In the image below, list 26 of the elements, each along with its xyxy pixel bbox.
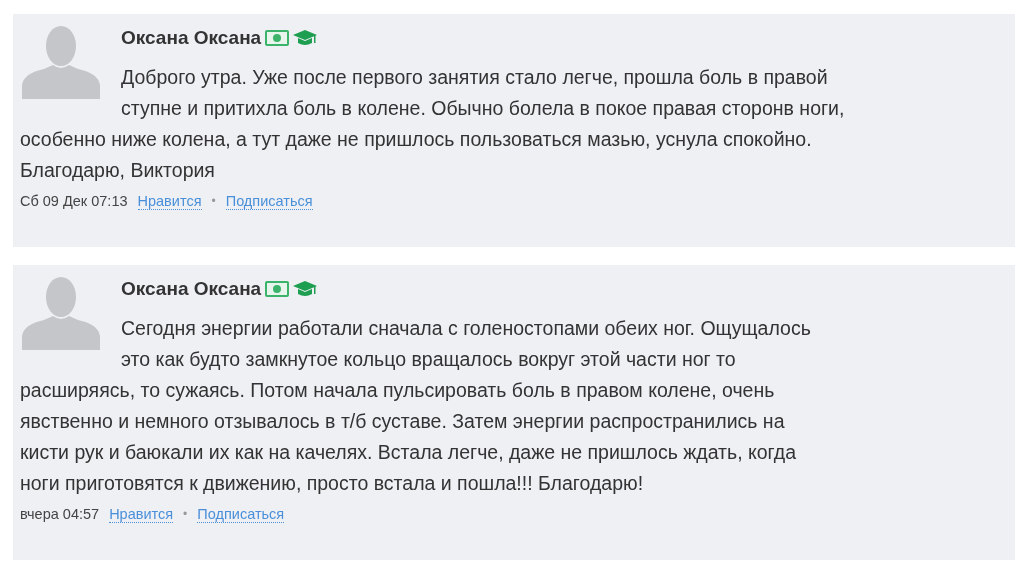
- comment-text-line: Благодарю, Виктория: [20, 158, 215, 183]
- comment-text-line: расширяясь, то сужаясь. Потом начала пульсировать боль в правом колене, очень: [20, 378, 775, 403]
- subscribe-link[interactable]: Подписаться: [197, 505, 285, 523]
- comment-text-line: кисти рук и баюкали их как на качелях. Встала легче, даже не пришлось ждать, когда: [20, 440, 797, 465]
- author-name[interactable]: Оксана Оксана: [121, 27, 262, 49]
- avatar-silhouette-icon: [22, 276, 100, 350]
- subscribe-link[interactable]: Подписаться: [225, 192, 313, 210]
- comment-text-line: явственно и немного отзывалось в т/б суставе. Затем энергии распространились на: [20, 409, 785, 434]
- graduation-cap-icon: [293, 29, 318, 47]
- like-link[interactable]: Нравится: [109, 505, 174, 523]
- like-link[interactable]: Нравится: [137, 192, 202, 210]
- graduation-cap-icon: [293, 280, 318, 298]
- author-name[interactable]: Оксана Оксана: [121, 278, 262, 300]
- comment-text-line: особенно ниже колена, а тут даже не пришлось пользоваться мазью, уснула спокойно.: [20, 127, 812, 152]
- comment-date: Сб 09 Дек 07:13: [20, 193, 128, 209]
- comment-text-line: ноги приготовятся к движению, просто встала и пошла!!! Благодарю!: [20, 471, 644, 496]
- comment-text-line: это как будто замкнутое кольцо вращалось вокруг этой части ног то: [121, 347, 736, 372]
- comment-date: вчера 04:57: [20, 506, 100, 522]
- comment-text-line: ступне и притихла боль в колене. Обычно болела в покое правая сторонв ноги,: [121, 96, 845, 121]
- banknote-icon: [265, 281, 290, 297]
- separator-dot: •: [211, 194, 216, 208]
- separator-dot: •: [183, 507, 188, 521]
- comment-text-line: Сегодня энергии работали сначала с голеностопами обеих ног. Ощущалось: [121, 316, 811, 341]
- comment-text-line: Доброго утра. Уже после первого занятия стало легче, прошла боль в правой: [121, 65, 828, 90]
- banknote-icon: [265, 30, 290, 46]
- avatar-silhouette-icon: [22, 25, 100, 99]
